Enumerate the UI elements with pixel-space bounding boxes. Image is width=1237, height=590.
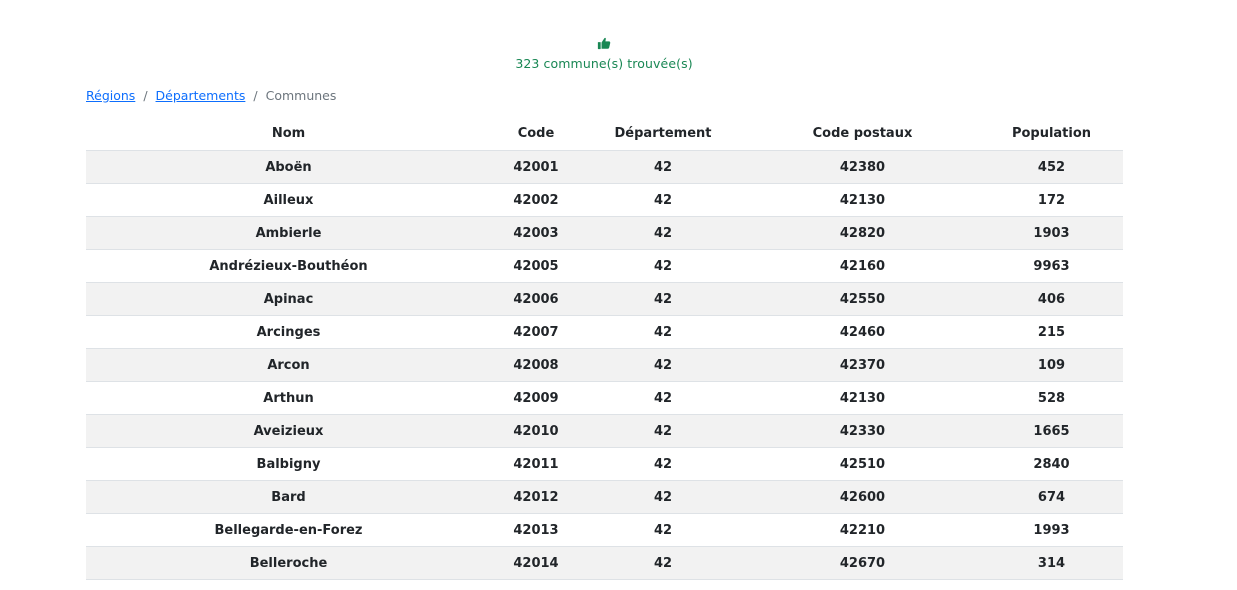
cell-code: 42011 [491, 447, 581, 481]
cell-nom: Bard [86, 480, 491, 514]
breadcrumb: Régions / Départements / Communes [86, 88, 336, 103]
cell-population: 172 [980, 183, 1123, 217]
cell-code-postal: 42670 [745, 546, 980, 580]
cell-departement: 42 [581, 414, 745, 448]
cell-nom: Apinac [86, 282, 491, 316]
cell-nom: Arthun [86, 381, 491, 415]
cell-code-postal: 42130 [745, 183, 980, 217]
communes-table: Nom Code Département Code postaux Popula… [86, 117, 1123, 580]
cell-code: 42010 [491, 414, 581, 448]
table-row: Bellegarde-en-Forez 42013 42 42210 1993 [86, 513, 1123, 547]
cell-nom: Andrézieux-Bouthéon [86, 249, 491, 283]
table-body: Aboën 42001 42 42380 452 Ailleux 42002 42 42130 1… [86, 150, 1123, 580]
cell-nom: Belleroche [86, 546, 491, 580]
cell-code: 42005 [491, 249, 581, 283]
cell-population: 215 [980, 315, 1123, 349]
cell-population: 109 [980, 348, 1123, 382]
cell-nom: Arcinges [86, 315, 491, 349]
table-row: Arcinges 42007 42 42460 215 [86, 315, 1123, 349]
breadcrumb-link-departements[interactable]: Départements [156, 88, 246, 103]
cell-code-postal: 42210 [745, 513, 980, 547]
breadcrumb-separator: / [253, 88, 258, 103]
cell-nom: Aveizieux [86, 414, 491, 448]
cell-nom: Arcon [86, 348, 491, 382]
cell-departement: 42 [581, 447, 745, 481]
cell-code: 42007 [491, 315, 581, 349]
cell-departement: 42 [581, 183, 745, 217]
cell-departement: 42 [581, 480, 745, 514]
cell-code-postal: 42130 [745, 381, 980, 415]
table-row: Apinac 42006 42 42550 406 [86, 282, 1123, 316]
column-header-departement: Département [581, 117, 745, 151]
table-row: Aveizieux 42010 42 42330 1665 [86, 414, 1123, 448]
table-row: Aboën 42001 42 42380 452 [86, 150, 1123, 184]
cell-nom: Balbigny [86, 447, 491, 481]
cell-code: 42002 [491, 183, 581, 217]
cell-population: 674 [980, 480, 1123, 514]
cell-nom: Bellegarde-en-Forez [86, 513, 491, 547]
cell-population: 2840 [980, 447, 1123, 481]
cell-departement: 42 [581, 513, 745, 547]
cell-code-postal: 42550 [745, 282, 980, 316]
cell-departement: 42 [581, 348, 745, 382]
cell-code: 42013 [491, 513, 581, 547]
table-row: Bard 42012 42 42600 674 [86, 480, 1123, 514]
cell-code-postal: 42460 [745, 315, 980, 349]
cell-code: 42001 [491, 150, 581, 184]
table-header-row: Nom Code Département Code postaux Popula… [86, 117, 1123, 151]
cell-code: 42008 [491, 348, 581, 382]
table-row: Arcon 42008 42 42370 109 [86, 348, 1123, 382]
cell-population: 314 [980, 546, 1123, 580]
cell-population: 9963 [980, 249, 1123, 283]
column-header-nom: Nom [86, 117, 491, 151]
cell-population: 406 [980, 282, 1123, 316]
breadcrumb-separator: / [143, 88, 148, 103]
results-count: 323 commune(s) trouvée(s) [515, 56, 693, 71]
cell-population: 1903 [980, 216, 1123, 250]
cell-departement: 42 [581, 381, 745, 415]
table-row: Ambierle 42003 42 42820 1903 [86, 216, 1123, 250]
table-header: Nom Code Département Code postaux Popula… [86, 117, 1123, 151]
column-header-code-postaux: Code postaux [745, 117, 980, 151]
thumbs-up-icon [597, 37, 611, 50]
breadcrumb-current: Communes [265, 88, 337, 103]
cell-population: 1993 [980, 513, 1123, 547]
cell-population: 1665 [980, 414, 1123, 448]
cell-code-postal: 42380 [745, 150, 980, 184]
cell-departement: 42 [581, 216, 745, 250]
cell-departement: 42 [581, 249, 745, 283]
cell-nom: Aboën [86, 150, 491, 184]
cell-population: 452 [980, 150, 1123, 184]
table-row: Belleroche 42014 42 42670 314 [86, 546, 1123, 580]
table-row: Balbigny 42011 42 42510 2840 [86, 447, 1123, 481]
cell-population: 528 [980, 381, 1123, 415]
cell-departement: 42 [581, 150, 745, 184]
cell-code-postal: 42330 [745, 414, 980, 448]
cell-code: 42014 [491, 546, 581, 580]
cell-code: 42012 [491, 480, 581, 514]
cell-code: 42006 [491, 282, 581, 316]
breadcrumb-link-regions[interactable]: Régions [86, 88, 135, 103]
cell-code-postal: 42820 [745, 216, 980, 250]
cell-code-postal: 42510 [745, 447, 980, 481]
cell-code-postal: 42160 [745, 249, 980, 283]
cell-departement: 42 [581, 315, 745, 349]
table-row: Ailleux 42002 42 42130 172 [86, 183, 1123, 217]
column-header-population: Population [980, 117, 1123, 151]
table-row: Andrézieux-Bouthéon 42005 42 42160 9963 [86, 249, 1123, 283]
column-header-code: Code [491, 117, 581, 151]
cell-code: 42003 [491, 216, 581, 250]
results-status: 323 commune(s) trouvée(s) [0, 36, 1208, 71]
cell-nom: Ambierle [86, 216, 491, 250]
cell-code: 42009 [491, 381, 581, 415]
cell-nom: Ailleux [86, 183, 491, 217]
cell-code-postal: 42600 [745, 480, 980, 514]
cell-code-postal: 42370 [745, 348, 980, 382]
cell-departement: 42 [581, 282, 745, 316]
cell-departement: 42 [581, 546, 745, 580]
table-row: Arthun 42009 42 42130 528 [86, 381, 1123, 415]
